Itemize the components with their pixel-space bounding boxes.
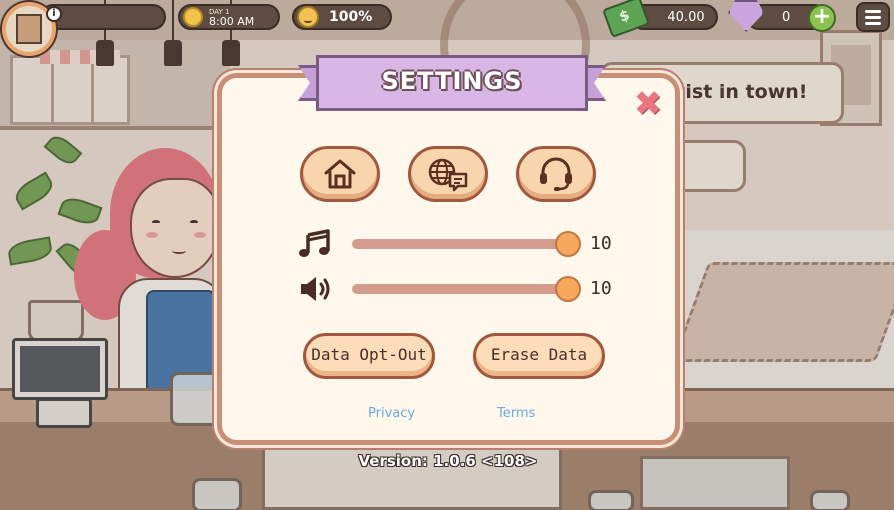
shop-icon bbox=[16, 14, 42, 44]
menu-bar bbox=[865, 21, 881, 25]
music-volume-row: 10 bbox=[298, 229, 618, 259]
version-text: Version: 1.0.6 <108> bbox=[358, 452, 538, 470]
music-volume-track[interactable] bbox=[352, 239, 568, 249]
speaker-icon bbox=[298, 274, 332, 304]
day-time-display: DAY 1 8:00 AM bbox=[178, 4, 280, 30]
happiness-percent: 100% bbox=[329, 9, 373, 25]
menu-bar bbox=[865, 15, 881, 19]
close-button[interactable]: ✖ bbox=[632, 87, 664, 121]
menu-bar bbox=[865, 9, 881, 13]
erase-data-button[interactable]: Erase Data bbox=[473, 333, 605, 379]
privacy-link[interactable]: Privacy bbox=[368, 406, 415, 421]
version-label: Version: 1.0.6 <108> bbox=[0, 452, 894, 470]
settings-title-ribbon: SETTINGS bbox=[298, 55, 606, 113]
happiness-display: 100% bbox=[292, 4, 392, 30]
settings-dialog bbox=[217, 73, 680, 445]
music-volume-knob[interactable] bbox=[555, 231, 581, 257]
sound-volume-track[interactable] bbox=[352, 284, 568, 294]
sound-volume-value: 10 bbox=[590, 278, 612, 299]
info-icon[interactable]: i bbox=[46, 6, 62, 22]
add-gems-button[interactable]: + bbox=[808, 4, 836, 32]
support-headset-icon bbox=[540, 157, 572, 191]
gem-amount: 0 bbox=[782, 9, 791, 25]
sound-volume-row: 10 bbox=[298, 274, 618, 304]
music-volume-value: 10 bbox=[590, 233, 612, 254]
data-opt-out-button[interactable]: Data Opt-Out bbox=[303, 333, 435, 379]
sun-icon bbox=[183, 7, 203, 27]
language-button[interactable] bbox=[408, 146, 488, 202]
smiley-face-icon bbox=[297, 6, 319, 28]
cash-amount: 40.00 bbox=[667, 9, 705, 25]
terms-link[interactable]: Terms bbox=[497, 406, 535, 421]
language-globe-icon bbox=[428, 158, 468, 192]
settings-title: SETTINGS bbox=[381, 67, 523, 95]
support-button[interactable] bbox=[516, 146, 596, 202]
music-note-icon bbox=[298, 229, 332, 259]
sound-volume-knob[interactable] bbox=[555, 276, 581, 302]
time-label: 8:00 AM bbox=[209, 15, 255, 28]
home-icon bbox=[324, 159, 356, 189]
home-button[interactable] bbox=[300, 146, 380, 202]
menu-button[interactable] bbox=[856, 2, 890, 32]
